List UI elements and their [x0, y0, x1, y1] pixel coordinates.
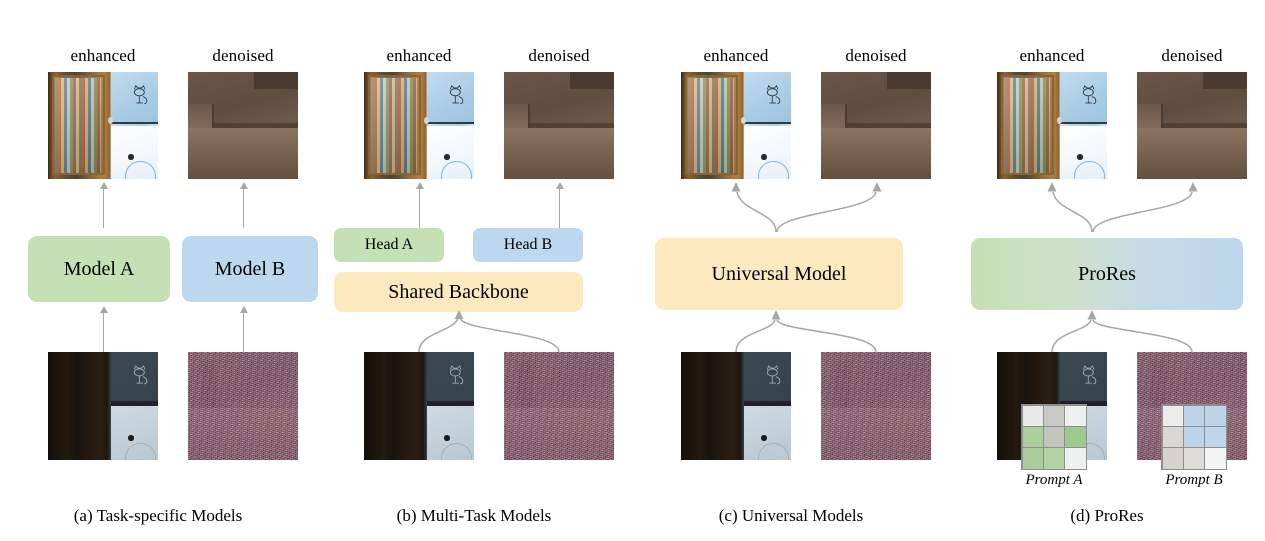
input-image-noisy [821, 352, 931, 460]
cat-drawing-dark-icon [766, 365, 781, 385]
input-image-lowlight [364, 352, 474, 460]
column-label-denoised: denoised [212, 46, 274, 65]
prompt-cell-8 [1064, 447, 1087, 470]
cat-drawing-icon [133, 85, 148, 105]
prompt-cell-3 [1021, 425, 1044, 449]
arrow-input-to-modela [99, 306, 108, 352]
box-model-b[interactable]: Model B [182, 236, 318, 302]
prompt-cell-4 [1182, 425, 1206, 449]
prompt-cell-0 [1161, 404, 1184, 427]
prompt-cell-0 [1021, 404, 1044, 427]
prompt-a-caption: Prompt A [1025, 472, 1083, 488]
prompt-cell-1 [1042, 404, 1066, 427]
arrow-modelb-to-denoised [239, 182, 248, 228]
prompt-cell-1 [1182, 404, 1206, 427]
input-image-lowlight [681, 352, 791, 460]
prompt-b-caption: Prompt B [1165, 472, 1223, 488]
cat-drawing-dark-icon [133, 365, 148, 385]
panel-multi-task-models: enhanced denoised Head A Head B Shared B… [316, 0, 632, 541]
arrow-modela-to-enhanced [99, 182, 108, 228]
prompt-cell-6 [1161, 447, 1184, 470]
input-image-noisy [188, 352, 298, 460]
panel-caption-d: (d) ProRes [1070, 506, 1144, 525]
prompt-cell-4 [1042, 425, 1066, 449]
prompt-grid-b[interactable] [1161, 404, 1227, 470]
panel-caption-a: (a) Task-specific Models [73, 506, 243, 525]
arrow-input-to-modelb [239, 306, 248, 352]
prompt-cell-6 [1021, 447, 1044, 470]
panel-caption-c: (c) Universal Models [718, 506, 864, 525]
prompt-cell-2 [1204, 404, 1227, 427]
panel-caption-b: (b) Multi-Task Models [396, 506, 552, 525]
input-image-noisy [504, 352, 614, 460]
prompt-cell-2 [1064, 404, 1087, 427]
prompt-cell-5 [1064, 425, 1087, 449]
prompt-grid-a[interactable] [1021, 404, 1087, 470]
column-label-enhanced: enhanced [70, 46, 136, 65]
prompt-cell-7 [1042, 447, 1066, 470]
cat-drawing-dark-icon [449, 365, 464, 385]
prompt-cell-5 [1204, 425, 1227, 449]
panel-task-specific-models: enhanced denoised Model A Model B (a) Ta… [0, 0, 318, 541]
cat-drawing-dark-icon [1082, 365, 1097, 385]
prompt-cell-8 [1204, 447, 1227, 470]
prompt-cell-3 [1161, 425, 1184, 449]
box-model-a-label: Model A [63, 258, 135, 280]
output-image-enhanced [48, 72, 158, 179]
prompt-cell-7 [1182, 447, 1206, 470]
box-model-a[interactable]: Model A [28, 236, 170, 302]
output-image-denoised [188, 72, 298, 179]
panel-prores: enhanced denoised ProRes Prompt A Prompt… [949, 0, 1265, 541]
panel-universal-models: enhanced denoised Universal Model (c) Un… [633, 0, 949, 541]
input-image-lowlight [48, 352, 158, 460]
box-model-b-label: Model B [214, 258, 286, 280]
